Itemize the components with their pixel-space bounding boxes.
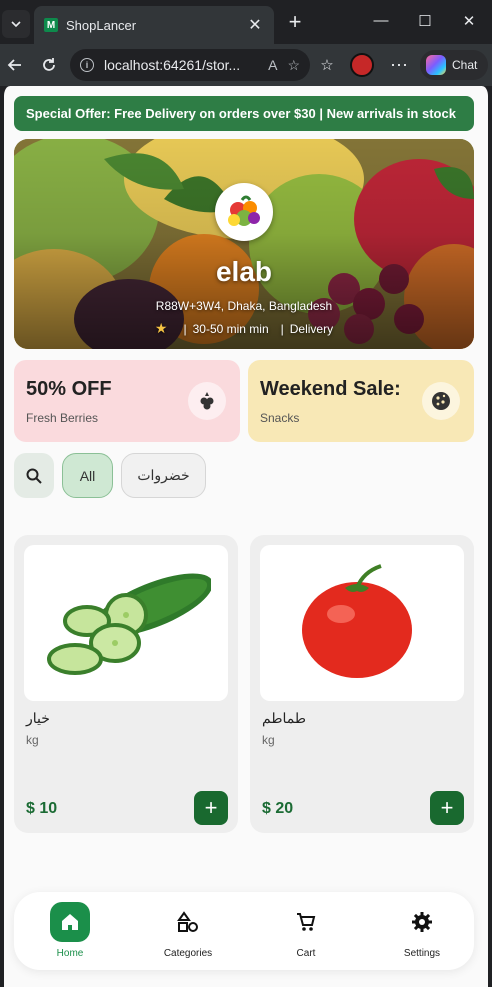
tab-list-button[interactable] — [2, 10, 30, 38]
berry-icon — [188, 382, 226, 420]
extension-icon[interactable] — [350, 53, 374, 77]
service-type: Delivery — [289, 321, 334, 336]
url-text: localhost:64261/stor... — [104, 57, 241, 73]
category-chip-vegetables[interactable]: خضروات — [121, 453, 206, 498]
store-hero: elab R88W+3W4, Dhaka, Bangladesh ★ | 30-… — [14, 139, 474, 349]
chat-label: Chat — [452, 58, 478, 72]
close-window-icon[interactable]: ✕ — [458, 12, 480, 30]
favorite-star-icon[interactable]: ☆ — [287, 57, 300, 74]
nav-item-cart[interactable]: Cart — [261, 892, 351, 970]
nav-label: Cart — [296, 948, 316, 959]
read-aloud-icon[interactable]: A — [268, 57, 277, 73]
bottom-navigation: Home Categories Cart Settings — [14, 892, 474, 970]
promo-banner: Special Offer: Free Delivery on orders o… — [14, 96, 474, 131]
product-price: $ 20 — [262, 800, 294, 817]
search-button[interactable] — [14, 453, 54, 498]
plus-icon: + — [440, 795, 454, 820]
nav-item-home[interactable]: Home — [25, 892, 115, 970]
meta-separator: | — [280, 321, 284, 336]
nav-label: Settings — [403, 948, 441, 959]
address-bar[interactable]: i localhost:64261/stor... A ☆ — [70, 49, 310, 81]
browser-tab-bar: M ShopLancer ✕ + — ☐ ✕ — [0, 0, 492, 46]
product-unit: kg — [262, 733, 275, 747]
add-to-cart-button[interactable]: + — [194, 791, 228, 825]
meta-separator: | — [183, 321, 187, 336]
store-logo — [215, 183, 273, 241]
minimize-icon[interactable]: — — [370, 12, 392, 29]
browser-tab[interactable]: M ShopLancer ✕ — [34, 6, 274, 44]
copilot-chat-button[interactable]: Chat — [420, 50, 488, 80]
search-icon — [26, 468, 42, 484]
copilot-icon — [426, 55, 446, 75]
add-to-cart-button[interactable]: + — [430, 791, 464, 825]
product-name: خيار — [26, 710, 50, 726]
maximize-icon[interactable]: ☐ — [414, 12, 436, 30]
vegetables-basket-icon — [228, 195, 260, 226]
nav-item-settings[interactable]: Settings — [377, 892, 467, 970]
categories-icon — [168, 902, 208, 942]
site-info-icon[interactable]: i — [80, 58, 94, 72]
category-chip-all[interactable]: All — [62, 453, 113, 498]
cookie-icon — [422, 382, 460, 420]
home-icon — [50, 902, 90, 942]
store-name: elab — [215, 256, 273, 287]
hero-overlay — [14, 139, 474, 349]
favorites-icon[interactable]: ☆ — [314, 52, 340, 78]
tab-title: ShopLancer — [66, 17, 137, 33]
product-card[interactable]: خيار kg $ 10 + — [14, 535, 238, 833]
reload-icon[interactable] — [36, 52, 62, 78]
plus-icon: + — [204, 795, 218, 820]
product-image-cucumber — [24, 545, 228, 701]
offer-card-snacks[interactable]: Weekend Sale: Snacks — [248, 360, 474, 442]
cart-icon — [286, 902, 326, 942]
tab-close-icon[interactable]: ✕ — [246, 15, 264, 35]
nav-label: Categories — [163, 948, 213, 959]
store-address: R88W+3W4, Dhaka, Bangladesh — [155, 299, 333, 313]
browser-toolbar: i localhost:64261/stor... A ☆ ☆ ⋯ Chat — [0, 44, 492, 86]
product-name: طماطم — [262, 710, 306, 726]
offer-card-berries[interactable]: 50% OFF Fresh Berries — [14, 360, 240, 442]
more-menu-icon[interactable]: ⋯ — [386, 52, 412, 78]
settings-icon — [402, 902, 442, 942]
page-viewport: Special Offer: Free Delivery on orders o… — [0, 86, 492, 987]
product-price: $ 10 — [26, 800, 58, 817]
product-unit: kg — [26, 733, 39, 747]
delivery-time: 30-50 min min — [192, 321, 269, 336]
nav-item-categories[interactable]: Categories — [143, 892, 233, 970]
chevron-down-icon — [11, 21, 21, 28]
back-icon[interactable] — [2, 52, 28, 78]
store-meta: ★ | 30-50 min min | Delivery — [14, 320, 474, 337]
star-icon: ★ — [154, 320, 168, 336]
product-image-tomato — [260, 545, 464, 701]
nav-label: Home — [56, 948, 84, 959]
product-card[interactable]: طماطم kg $ 20 + — [250, 535, 474, 833]
new-tab-icon[interactable]: + — [284, 11, 306, 35]
tab-favicon-icon: M — [44, 18, 58, 32]
